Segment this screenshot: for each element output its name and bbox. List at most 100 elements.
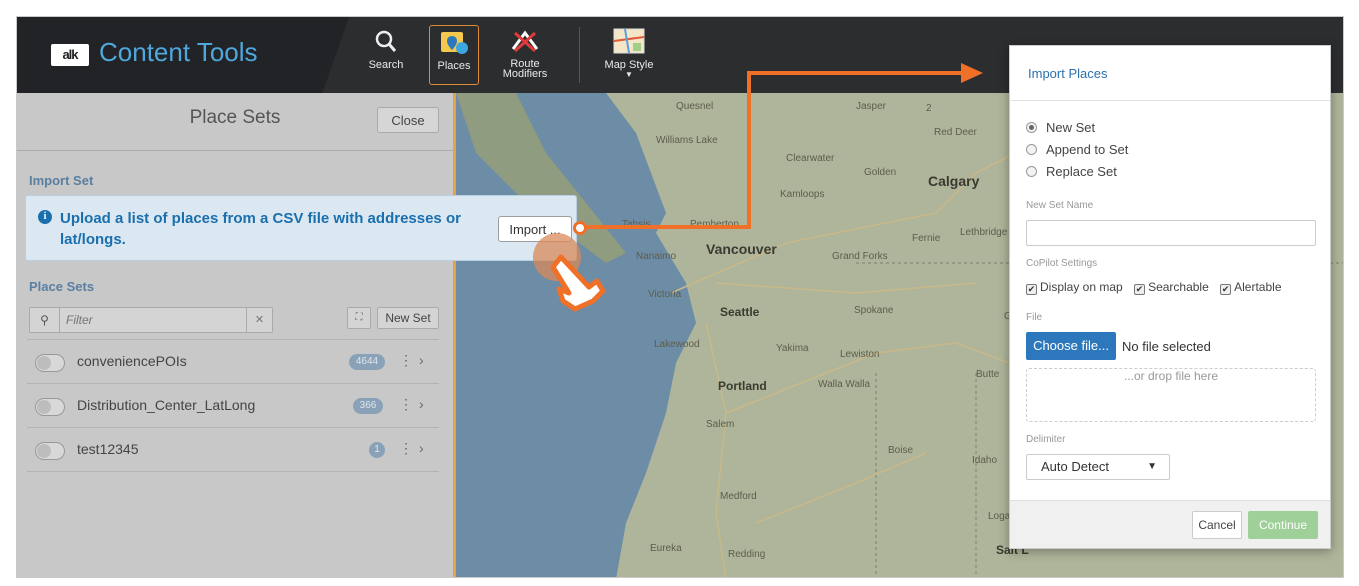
visibility-toggle[interactable]	[35, 442, 65, 460]
map-label-yakima: Yakima	[776, 343, 809, 354]
cancel-button[interactable]: Cancel	[1192, 511, 1242, 539]
hand-pointer-icon	[533, 233, 606, 312]
map-label-victoria: Victoria	[648, 289, 682, 300]
route-tool-label-line2: Modifiers	[502, 68, 548, 80]
radio-label: New Set	[1046, 120, 1096, 135]
map-label-kamloops: Kamloops	[780, 189, 825, 200]
map-label-seattle: Seattle	[720, 305, 760, 319]
visibility-toggle[interactable]	[35, 354, 65, 372]
dialog-title: Import Places	[1028, 66, 1108, 81]
map-label-walla-walla: Walla Walla	[818, 379, 871, 390]
map-label-butte: Butte	[976, 369, 1000, 380]
continue-button[interactable]: Continue	[1248, 511, 1318, 539]
delimiter-select[interactable]: Auto Detect ▼	[1026, 454, 1170, 480]
place-set-row[interactable]: conveniencePOIs 4644 ⋮ ›	[27, 339, 439, 383]
radio-append-to-set[interactable]: Append to Set	[1026, 142, 1128, 157]
filter-input[interactable]	[66, 311, 236, 329]
places-tool-button[interactable]: Places	[429, 25, 479, 85]
brand-area: alk Content Tools	[17, 17, 349, 93]
file-label: File	[1026, 312, 1043, 323]
map-label-medford: Medford	[720, 491, 757, 502]
map-label-spokane: Spokane	[854, 305, 894, 316]
list-divider	[27, 471, 439, 472]
place-count-badge: 366	[353, 398, 383, 414]
more-options-icon[interactable]: ⋮	[399, 396, 413, 413]
display-on-map-checkbox[interactable]: ✔ Display on map	[1026, 280, 1123, 295]
dialog-footer: Cancel Continue	[1010, 500, 1330, 548]
clear-filter-icon[interactable]: ✕	[246, 308, 272, 332]
chevron-right-icon[interactable]: ›	[419, 440, 424, 456]
search-icon	[368, 27, 404, 57]
file-drop-zone[interactable]: ...or drop file here	[1026, 368, 1316, 422]
searchable-checkbox[interactable]: ✔ Searchable	[1134, 280, 1209, 295]
import-callout: i Upload a list of places from a CSV fil…	[25, 195, 577, 261]
route-modifiers-tool-button[interactable]: Route Modifiers	[495, 25, 555, 85]
map-label-fernie: Fernie	[912, 233, 941, 244]
delimiter-value: Auto Detect	[1041, 459, 1109, 474]
filter-icon[interactable]: ⚲	[30, 308, 60, 332]
map-style-icon	[611, 27, 647, 57]
checkbox-label: Searchable	[1148, 280, 1209, 294]
map-label-williams-lake: Williams Lake	[656, 135, 718, 146]
close-panel-button[interactable]: Close	[377, 107, 439, 133]
map-label-eureka: Eureka	[650, 543, 682, 554]
dialog-divider	[1010, 100, 1330, 101]
search-tool-button[interactable]: Search	[359, 25, 413, 85]
checkbox-checked-icon[interactable]: ✔	[1026, 284, 1037, 295]
alertable-checkbox[interactable]: ✔ Alertable	[1220, 280, 1282, 295]
map-label-nanaimo: Nanaimo	[636, 251, 677, 262]
radio-label: Replace Set	[1046, 164, 1117, 179]
search-tool-label: Search	[368, 59, 404, 71]
map-label-idaho: Idaho	[972, 455, 998, 466]
radio-button[interactable]	[1026, 166, 1037, 177]
route-modifiers-icon	[507, 27, 543, 57]
more-options-icon[interactable]: ⋮	[399, 352, 413, 369]
alk-logo: alk	[51, 44, 89, 66]
place-set-row[interactable]: Distribution_Center_LatLong 366 ⋮ ›	[27, 383, 439, 427]
dropdown-arrow-icon: ▼	[1147, 461, 1157, 472]
new-set-name-label: New Set Name	[1026, 200, 1094, 211]
radio-replace-set[interactable]: Replace Set	[1026, 164, 1117, 179]
place-count-badge: 4644	[349, 354, 385, 370]
radio-button[interactable]	[1026, 122, 1037, 133]
checkbox-label: Display on map	[1040, 280, 1123, 294]
more-options-icon[interactable]: ⋮	[399, 440, 413, 457]
radio-button[interactable]	[1026, 144, 1037, 155]
info-icon: i	[38, 210, 52, 224]
expand-icon[interactable]: ⛶	[347, 307, 371, 329]
map-label-lewiston: Lewiston	[840, 349, 880, 360]
app-title: Content Tools	[99, 37, 258, 67]
place-set-name: conveniencePOIs	[77, 353, 187, 369]
filter-field: ⚲ ✕	[29, 307, 273, 333]
map-label-boise: Boise	[888, 445, 914, 456]
new-set-button[interactable]: New Set	[377, 307, 439, 329]
place-set-row[interactable]: test12345 1 ⋮ ›	[27, 427, 439, 471]
radio-new-set[interactable]: New Set	[1026, 120, 1095, 135]
chevron-right-icon[interactable]: ›	[419, 396, 424, 412]
map-label-redding: Redding	[728, 549, 766, 560]
map-label-grand-forks: Grand Forks	[832, 251, 888, 262]
place-set-name: test12345	[77, 441, 139, 457]
radio-label: Append to Set	[1046, 142, 1129, 157]
place-sets-panel: Place Sets Close Import Set Place Sets ⚲…	[17, 93, 453, 577]
import-set-label: Import Set	[29, 173, 94, 188]
annotation-line	[747, 71, 751, 229]
checkbox-checked-icon[interactable]: ✔	[1134, 284, 1146, 295]
visibility-toggle[interactable]	[35, 398, 65, 416]
map-label-lakewood: Lakewood	[654, 339, 700, 350]
new-set-name-input[interactable]	[1026, 220, 1316, 246]
choose-file-button[interactable]: Choose file...	[1026, 332, 1116, 360]
map-label-calgary: Calgary	[928, 173, 980, 189]
chevron-right-icon[interactable]: ›	[419, 352, 424, 368]
map-label-clearwater: Clearwater	[786, 153, 835, 164]
map-style-tool-button[interactable]: Map Style ▼	[593, 25, 665, 85]
map-label-vancouver: Vancouver	[706, 241, 777, 257]
map-label-golden: Golden	[864, 167, 897, 178]
place-sets-label: Place Sets	[29, 279, 95, 294]
places-icon	[436, 28, 472, 58]
callout-message: Upload a list of places from a CSV file …	[60, 210, 461, 248]
checkbox-checked-icon[interactable]: ✔	[1220, 284, 1232, 295]
place-set-name: Distribution_Center_LatLong	[77, 397, 256, 413]
copilot-settings-row: ✔ Display on map ✔ Searchable ✔ Alertable	[1026, 280, 1282, 295]
copilot-settings-label: CoPilot Settings	[1026, 258, 1098, 269]
